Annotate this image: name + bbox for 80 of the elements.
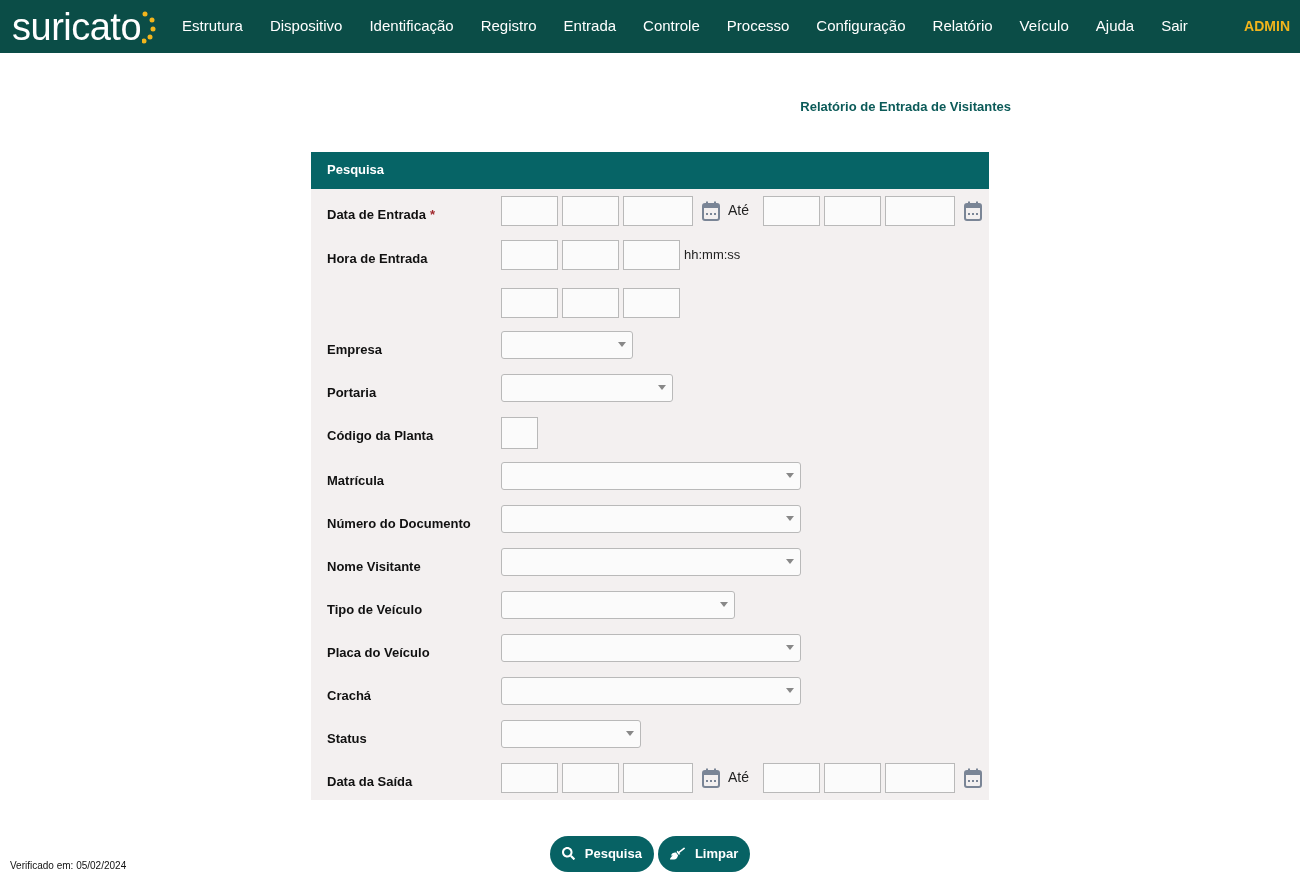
nav-menu-item[interactable]: Dispositivo — [269, 15, 343, 38]
search-button[interactable]: Pesquisa — [549, 835, 654, 872]
caret-icon — [618, 342, 626, 347]
select-dropdown[interactable] — [501, 719, 641, 748]
nav-menu-item[interactable]: Relatório — [932, 15, 993, 38]
input-field[interactable] — [824, 195, 881, 226]
input-field[interactable] — [562, 762, 619, 793]
input-field[interactable] — [623, 239, 680, 270]
input-field[interactable] — [885, 762, 955, 793]
field-label: Crachá — [327, 687, 372, 703]
field-label: Hora de Entrada — [327, 250, 428, 266]
calendar-icon[interactable] — [702, 200, 720, 221]
nav-menu-item[interactable]: Sair — [1161, 15, 1188, 38]
select-dropdown[interactable] — [501, 504, 801, 533]
calendar-icon[interactable] — [964, 200, 982, 221]
select-dropdown[interactable] — [501, 633, 801, 662]
until-label: Até — [728, 201, 749, 220]
nav-menu-item[interactable]: Estrutura — [182, 15, 243, 38]
input-field[interactable] — [501, 287, 558, 318]
field-label: Data da Saída — [327, 773, 413, 789]
panel-title: Pesquisa — [327, 161, 385, 180]
input-field[interactable] — [562, 239, 619, 270]
calendar-icon[interactable] — [702, 767, 720, 788]
input-field[interactable] — [623, 762, 693, 793]
select-dropdown[interactable] — [501, 330, 633, 359]
verification-date: Verificado em: 05/02/2024 — [10, 859, 127, 873]
input-field[interactable] — [763, 762, 820, 793]
input-field[interactable] — [623, 195, 693, 226]
field-label: Placa do Veículo — [327, 644, 430, 660]
select-dropdown[interactable] — [501, 676, 801, 705]
input-field[interactable] — [562, 287, 619, 318]
caret-icon — [658, 385, 666, 390]
field-label: Status — [327, 730, 367, 746]
time-format-hint: hh:mm:ss — [684, 245, 741, 264]
select-dropdown[interactable] — [501, 547, 801, 576]
until-label: Até — [728, 768, 749, 787]
input-field[interactable] — [562, 195, 619, 226]
caret-icon — [786, 559, 794, 564]
select-dropdown[interactable] — [501, 590, 735, 619]
nav-menu-item[interactable]: Ajuda — [1095, 15, 1135, 38]
nav-menu-item[interactable]: Veículo — [1019, 15, 1069, 38]
user-name[interactable]: ADMIN — [1244, 16, 1290, 37]
nav-menu-item[interactable]: Entrada — [563, 15, 617, 38]
page-title: Relatório de Entrada de Visitantes — [800, 98, 1011, 116]
input-field[interactable] — [824, 762, 881, 793]
required-asterisk: * — [430, 206, 436, 222]
broom-icon — [669, 846, 685, 861]
caret-icon — [626, 731, 634, 736]
input-field[interactable] — [501, 239, 558, 270]
input-field[interactable] — [763, 195, 820, 226]
select-dropdown[interactable] — [501, 373, 673, 402]
nav-menu-item[interactable]: Identificação — [369, 15, 454, 38]
select-dropdown[interactable] — [501, 461, 801, 490]
caret-icon — [786, 688, 794, 693]
field-label: Portaria — [327, 384, 377, 400]
input-field[interactable] — [501, 416, 538, 449]
input-field[interactable] — [885, 195, 955, 226]
caret-icon — [786, 473, 794, 478]
field-label: Número do Documento — [327, 515, 471, 531]
field-label: Matrícula — [327, 472, 385, 488]
clear-button[interactable]: Limpar — [657, 835, 751, 872]
caret-icon — [786, 516, 794, 521]
input-field[interactable] — [501, 195, 558, 226]
input-field[interactable] — [623, 287, 680, 318]
nav-menu-item[interactable]: Controle — [643, 15, 700, 38]
nav-menu-item[interactable]: Processo — [726, 15, 790, 38]
field-label: Código da Planta — [327, 427, 434, 443]
dots-logo-icon — [142, 9, 157, 44]
logo[interactable]: suricato — [12, 7, 142, 46]
field-label: Data de Entrada * — [327, 206, 436, 222]
nav-menu-item[interactable]: Registro — [480, 15, 537, 38]
field-label: Nome Visitante — [327, 558, 421, 574]
search-icon — [561, 847, 575, 860]
nav-menu-item[interactable]: Configuração — [816, 15, 906, 38]
field-label: Empresa — [327, 341, 382, 357]
caret-icon — [786, 645, 794, 650]
caret-icon — [720, 602, 728, 607]
input-field[interactable] — [501, 762, 558, 793]
calendar-icon[interactable] — [964, 767, 982, 788]
field-label: Tipo de Veículo — [327, 601, 423, 617]
